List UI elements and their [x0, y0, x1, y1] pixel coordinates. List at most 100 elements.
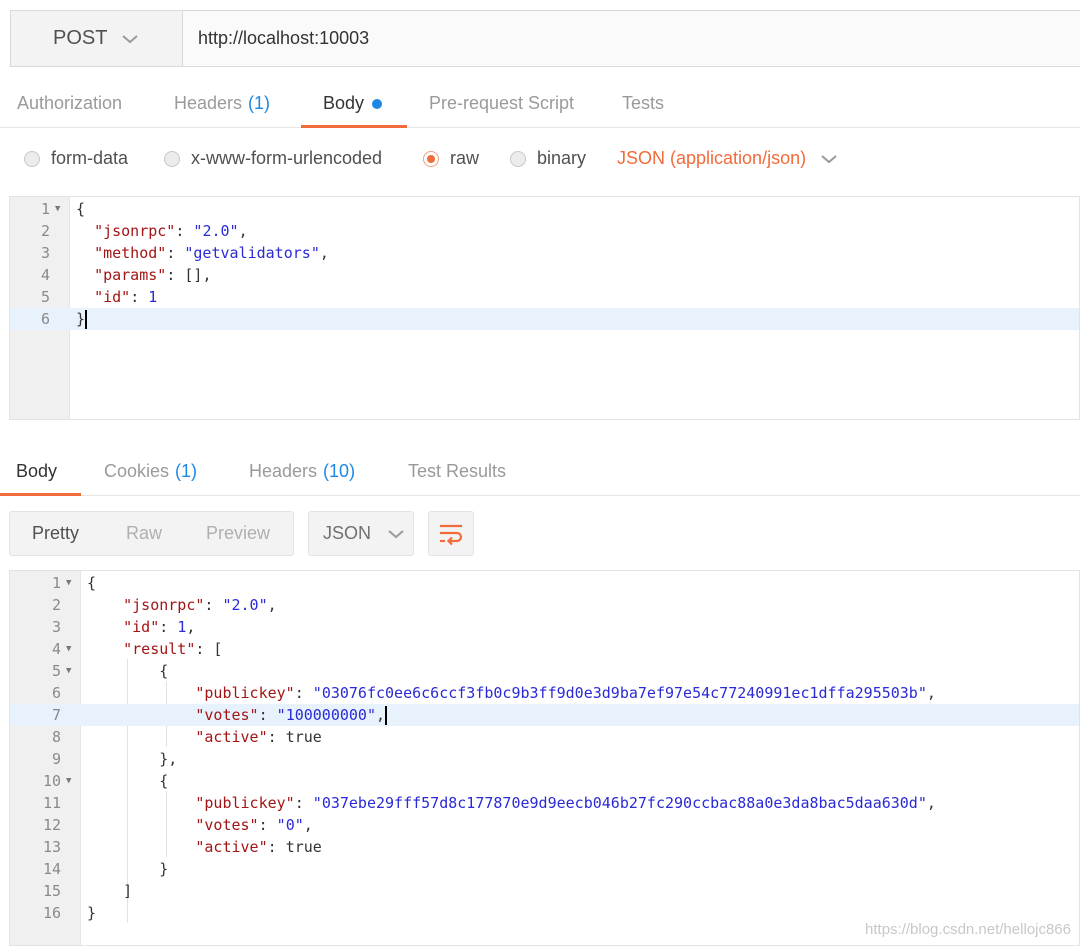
line-number: 1 — [51, 574, 61, 592]
tab-test-results[interactable]: Test Results — [408, 450, 506, 495]
response-id-value: 1 — [177, 618, 187, 636]
view-raw-button[interactable]: Raw — [126, 512, 162, 555]
line-number: 3 — [51, 618, 61, 636]
code-line: 11 "publickey": "037ebe29fff57d8c177870e… — [10, 792, 1079, 814]
wrap-lines-button[interactable] — [428, 511, 474, 556]
tab-pre-request-script[interactable]: Pre-request Script — [429, 82, 574, 127]
request-tabs: Authorization Headers (1) Body Pre-reque… — [0, 82, 1080, 128]
tab-authorization[interactable]: Authorization — [17, 82, 122, 127]
fold-arrow-icon[interactable]: ▼ — [55, 198, 60, 220]
code-line-active: 6 } — [10, 308, 1079, 330]
line-number: 9 — [51, 750, 61, 768]
view-pretty-button[interactable]: Pretty — [32, 512, 79, 555]
chevron-down-icon — [388, 529, 404, 538]
tab-headers[interactable]: Headers (1) — [174, 82, 270, 127]
fold-arrow-icon[interactable]: ▼ — [66, 572, 71, 594]
tab-label: Body — [323, 93, 365, 113]
code-line: 2 "jsonrpc": "2.0", — [10, 220, 1079, 242]
response-body-viewer[interactable]: 1 ▼ { 2 "jsonrpc": "2.0", 3 "id": 1, 4 ▼… — [9, 570, 1080, 946]
code-line: 4 ▼ "result": [ — [10, 638, 1079, 660]
code-line: 1 ▼ { — [10, 572, 1079, 594]
radio-binary[interactable]: binary — [510, 148, 586, 169]
line-number: 7 — [51, 706, 61, 724]
text-cursor — [85, 310, 88, 329]
request-body-editor[interactable]: 1 ▼ { 2 "jsonrpc": "2.0", 3 "method": "g… — [9, 196, 1080, 420]
radio-urlencoded[interactable]: x-www-form-urlencoded — [164, 148, 382, 169]
tab-body[interactable]: Body — [301, 82, 407, 128]
radio-checked-icon — [423, 150, 439, 167]
request-method-value: getvalidators — [193, 244, 311, 262]
view-label: Raw — [126, 523, 163, 543]
request-jsonrpc-value: 2.0 — [202, 222, 230, 240]
text-cursor — [385, 706, 388, 725]
tab-tests[interactable]: Tests — [622, 82, 664, 127]
publickey-value: 037ebe29fff57d8c177870e9d9eecb046b27fc29… — [321, 794, 918, 812]
line-number: 14 — [42, 860, 61, 878]
votes-value: 100000000 — [285, 706, 367, 724]
response-jsonrpc-value: 2.0 — [231, 596, 259, 614]
radio-label: x-www-form-urlencoded — [191, 148, 383, 168]
line-number: 1 — [40, 200, 50, 218]
fold-arrow-icon[interactable]: ▼ — [66, 770, 71, 792]
radio-circle-icon — [164, 150, 180, 167]
code-line: 13 "active": true — [10, 836, 1079, 858]
tab-response-headers[interactable]: Headers (10) — [249, 450, 355, 495]
tab-response-body[interactable]: Body — [0, 450, 81, 496]
line-number: 4 — [40, 266, 50, 284]
line-number: 5 — [51, 662, 61, 680]
line-number: 13 — [42, 838, 61, 856]
radio-raw[interactable]: raw — [423, 148, 479, 169]
tab-count: (1) — [248, 93, 271, 113]
tab-label: Body — [16, 461, 58, 481]
tab-cookies[interactable]: Cookies (1) — [104, 450, 197, 495]
tab-label: Tests — [622, 93, 665, 113]
tab-label: Test Results — [408, 461, 507, 481]
view-mode-group: Pretty Raw Preview — [9, 511, 294, 556]
line-number: 16 — [42, 904, 61, 922]
line-number: 6 — [51, 684, 61, 702]
request-params-value: [] — [184, 266, 203, 284]
line-number: 11 — [42, 794, 61, 812]
radio-label: raw — [450, 148, 480, 168]
tab-label: Pre-request Script — [429, 93, 575, 113]
publickey-value: 03076fc0ee6c6ccf3fb0c9b3ff9d0e3d9ba7ef97… — [321, 684, 918, 702]
votes-value: 0 — [285, 816, 295, 834]
view-preview-button[interactable]: Preview — [206, 512, 270, 555]
line-number: 5 — [40, 288, 50, 306]
radio-label: form-data — [51, 148, 129, 168]
line-number: 4 — [51, 640, 61, 658]
active-tab-underline — [0, 493, 81, 496]
response-tabs: Body Cookies (1) Headers (10) Test Resul… — [0, 450, 1080, 496]
method-select[interactable]: POST — [11, 11, 183, 66]
chevron-down-icon — [122, 34, 139, 43]
format-label: JSON — [323, 523, 372, 543]
url-input[interactable]: http://localhost:10003 — [183, 11, 1080, 66]
view-label: Pretty — [32, 523, 80, 543]
line-number: 3 — [40, 244, 50, 262]
line-number: 2 — [51, 596, 61, 614]
fold-arrow-icon[interactable]: ▼ — [66, 638, 71, 660]
line-number: 6 — [40, 310, 50, 328]
radio-form-data[interactable]: form-data — [24, 148, 128, 169]
line-number: 15 — [42, 882, 61, 900]
radio-label: binary — [537, 148, 587, 168]
line-number: 2 — [40, 222, 50, 240]
code-line: 3 "id": 1, — [10, 616, 1079, 638]
fold-arrow-icon[interactable]: ▼ — [66, 660, 71, 682]
code-line: 1 ▼ { — [10, 198, 1079, 220]
content-type-dropdown[interactable]: JSON (application/json) — [617, 148, 838, 169]
line-number: 10 — [42, 772, 61, 790]
view-label: Preview — [206, 523, 271, 543]
format-dropdown[interactable]: JSON — [308, 511, 414, 556]
tab-label: Headers — [174, 93, 243, 113]
active-value: true — [285, 838, 322, 856]
code-line: 12 "votes": "0", — [10, 814, 1079, 836]
code-line: 9 }, — [10, 748, 1079, 770]
active-tab-underline — [301, 125, 407, 128]
code-line: 4 "params": [], — [10, 264, 1079, 286]
url-text: http://localhost:10003 — [198, 28, 370, 48]
radio-circle-icon — [510, 150, 526, 167]
code-line: 2 "jsonrpc": "2.0", — [10, 594, 1079, 616]
active-value: true — [285, 728, 322, 746]
code-line: 8 "active": true — [10, 726, 1079, 748]
